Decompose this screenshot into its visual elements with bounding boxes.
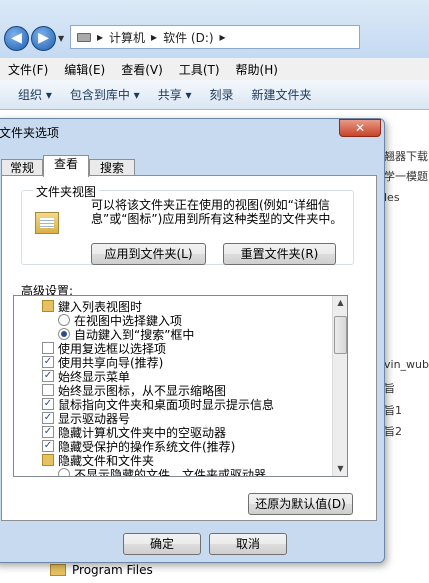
list-item[interactable]: 旨2 <box>384 423 402 439</box>
history-dropdown-icon[interactable]: ▼ <box>58 34 64 43</box>
breadcrumb-computer[interactable]: 计算机 <box>109 29 145 46</box>
list-item-label: Program Files <box>72 563 153 577</box>
close-icon: ✕ <box>354 121 366 135</box>
checkbox[interactable] <box>42 384 54 396</box>
organize-button[interactable]: 组织 ▾ <box>0 86 61 103</box>
scroll-up-icon[interactable]: ▲ <box>333 296 347 310</box>
list-item-program-files[interactable]: Program Files <box>50 563 153 577</box>
folder-icon <box>42 454 54 466</box>
folder-icon <box>42 300 54 312</box>
list-item[interactable]: 翘器下载 <box>384 148 428 164</box>
checkbox[interactable] <box>42 342 54 354</box>
forward-button[interactable]: ▶ <box>31 26 56 51</box>
checkbox-checked[interactable]: ✓ <box>42 398 54 410</box>
menu-tools[interactable]: 工具(T) <box>171 61 228 78</box>
chevron-right-icon[interactable]: ▸ <box>220 30 226 44</box>
radio-button[interactable] <box>58 314 70 326</box>
menu-edit[interactable]: 编辑(E) <box>56 61 113 78</box>
checkbox-checked[interactable]: ✓ <box>42 426 54 438</box>
menu-bar: 文件(F) 编辑(E) 查看(V) 工具(T) 帮助(H) <box>0 58 429 80</box>
new-folder-button[interactable]: 新建文件夹 <box>243 86 321 103</box>
address-bar-area: ◀ ▶ ▼ ▸ 计算机 ▸ 软件 (D:) ▸ <box>0 0 429 58</box>
share-button[interactable]: 共享 ▾ <box>149 86 201 103</box>
list-item[interactable]: les <box>384 191 400 204</box>
scrollbar[interactable]: ▲ ▼ <box>332 296 347 476</box>
folder-icon <box>50 564 66 576</box>
scrollbar-thumb[interactable] <box>334 316 347 354</box>
menu-help[interactable]: 帮助(H) <box>228 61 286 78</box>
folder-views-description: 可以将该文件夹正在使用的视图(例如“详细信息”或“图标”)应用到所有这种类型的文… <box>91 198 343 226</box>
command-bar: 组织 ▾ 包含到库中 ▾ 共享 ▾ 刻录 新建文件夹 <box>0 80 429 110</box>
list-item[interactable]: 学一模题 <box>384 168 428 184</box>
advanced-settings-list[interactable]: 鍵入列表视图时 在视图中选择鍵入项 自动鍵入到“搜索”框中 使用复选框以选择项 … <box>13 295 348 477</box>
reset-folders-button[interactable]: 重置文件夹(R) <box>223 243 336 265</box>
menu-view[interactable]: 查看(V) <box>113 61 171 78</box>
burn-button[interactable]: 刻录 <box>201 86 243 103</box>
tab-view[interactable]: 查看 <box>43 155 89 177</box>
chevron-right-icon[interactable]: ▸ <box>151 30 157 44</box>
list-item[interactable]: 旨1 <box>384 402 402 418</box>
restore-defaults-button[interactable]: 还原为默认值(D) <box>248 493 353 515</box>
list-item[interactable]: vin_wubi <box>384 358 429 371</box>
folder-options-dialog: 文件夹选项 ✕ 常规 查看 搜索 文件夹视图 可以将该文件夹正在使用的视图(例如… <box>0 118 385 563</box>
chevron-right-icon[interactable]: ▸ <box>97 30 103 44</box>
back-button[interactable]: ◀ <box>4 26 29 51</box>
cancel-button[interactable]: 取消 <box>209 533 287 555</box>
include-in-library-button[interactable]: 包含到库中 ▾ <box>61 86 149 103</box>
close-button[interactable]: ✕ <box>339 119 381 137</box>
radio-button[interactable] <box>58 468 70 476</box>
checkbox-checked[interactable]: ✓ <box>42 370 54 382</box>
address-box[interactable]: ▸ 计算机 ▸ 软件 (D:) ▸ <box>70 25 360 49</box>
checkbox-checked[interactable]: ✓ <box>42 440 54 452</box>
drive-icon <box>77 32 91 42</box>
scroll-down-icon[interactable]: ▼ <box>333 462 347 476</box>
list-item[interactable]: 旨 <box>384 380 395 396</box>
radio-button-selected[interactable] <box>58 328 70 340</box>
breadcrumb-drive-d[interactable]: 软件 (D:) <box>163 29 213 46</box>
folder-views-title: 文件夹视图 <box>33 183 100 200</box>
checkbox-checked[interactable]: ✓ <box>42 356 54 368</box>
ok-button[interactable]: 确定 <box>123 533 201 555</box>
menu-file[interactable]: 文件(F) <box>0 61 56 78</box>
dialog-title: 文件夹选项 <box>0 126 60 140</box>
folder-view-icon <box>35 212 59 234</box>
apply-to-folders-button[interactable]: 应用到文件夹(L) <box>91 243 206 265</box>
checkbox-checked[interactable]: ✓ <box>42 412 54 424</box>
